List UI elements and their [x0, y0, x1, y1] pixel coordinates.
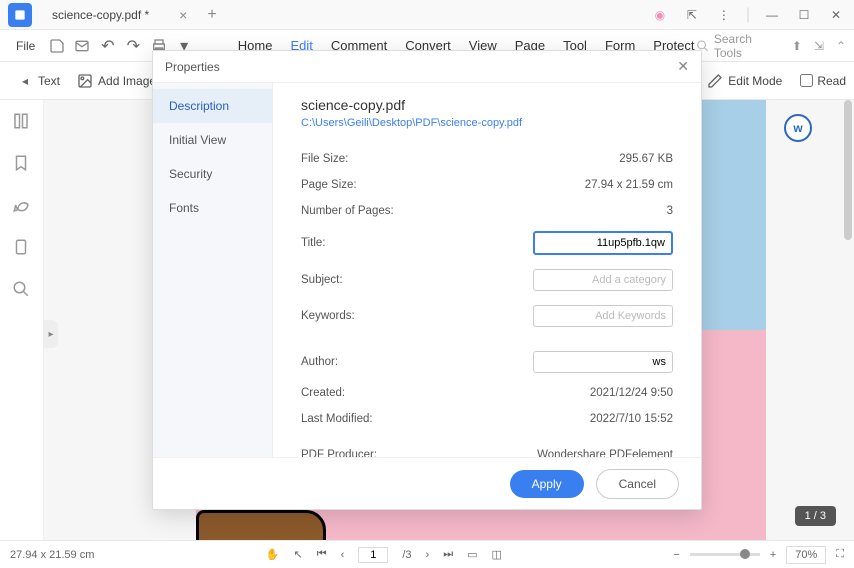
tab-title: science-copy.pdf *: [52, 8, 149, 22]
dialog-content: science-copy.pdf C:\Users\Geili\Desktop\…: [273, 83, 701, 457]
edit-mode-label: Edit Mode: [728, 74, 782, 88]
first-page-icon[interactable]: ⏮: [317, 548, 327, 561]
label-modified: Last Modified:: [301, 413, 373, 425]
apply-button[interactable]: Apply: [510, 470, 584, 498]
add-tab-button[interactable]: +: [207, 6, 216, 24]
vertical-scrollbar[interactable]: [844, 100, 852, 240]
comment-icon[interactable]: [12, 196, 32, 216]
page-number-input[interactable]: [358, 547, 388, 563]
image-icon: [76, 72, 94, 90]
dialog-sidebar: Description Initial View Security Fonts: [153, 83, 273, 457]
tab-initial-view[interactable]: Initial View: [153, 123, 272, 157]
subject-input[interactable]: [533, 269, 673, 291]
statusbar: 27.94 x 21.59 cm ✋ ↖ ⏮ ‹ /3 › ⏭ ▭ ◫ − + …: [0, 540, 854, 568]
titlebar: science-copy.pdf * × + ◉ ⇱ ⋮ | — ☐ ✕: [0, 0, 854, 30]
page-artwork-shape: [196, 510, 326, 540]
add-image-button[interactable]: Add Image: [68, 72, 164, 90]
page-indicator: 1 / 3: [795, 506, 836, 526]
search-icon[interactable]: Search Tools: [696, 32, 779, 60]
text-label: Text: [38, 74, 60, 88]
minimize-button[interactable]: —: [762, 5, 782, 25]
title-input[interactable]: [533, 231, 673, 255]
file-menu[interactable]: File: [8, 39, 43, 53]
undo-icon[interactable]: ↶: [96, 34, 119, 58]
cancel-button[interactable]: Cancel: [596, 469, 679, 499]
value-num-pages: 3: [667, 205, 673, 217]
share-icon[interactable]: ⇱: [682, 5, 702, 25]
dialog-header: Properties ✕: [153, 51, 701, 83]
word-badge-icon[interactable]: w: [784, 114, 812, 142]
tab-security[interactable]: Security: [153, 157, 272, 191]
avatar-icon[interactable]: ◉: [650, 5, 670, 25]
read-toggle[interactable]: Read: [800, 74, 846, 88]
label-created: Created:: [301, 387, 345, 399]
label-num-pages: Number of Pages:: [301, 205, 394, 217]
label-page-size: Page Size:: [301, 179, 357, 191]
pencil-icon: [706, 72, 724, 90]
read-checkbox[interactable]: [800, 74, 813, 87]
fit-width-icon[interactable]: ▭: [467, 548, 477, 561]
thumbnails-icon[interactable]: [12, 112, 32, 132]
zoom-slider[interactable]: [690, 553, 760, 556]
maximize-button[interactable]: ☐: [794, 5, 814, 25]
label-file-size: File Size:: [301, 153, 348, 165]
doc-path-link[interactable]: C:\Users\Geili\Desktop\PDF\science-copy.…: [301, 117, 673, 129]
export-icon[interactable]: ⇲: [814, 39, 824, 53]
label-title: Title:: [301, 237, 326, 249]
search-placeholder: Search Tools: [714, 32, 780, 60]
value-created: 2021/12/24 9:50: [590, 387, 673, 399]
value-producer: Wondershare PDFelement: [537, 449, 673, 457]
status-page-size: 27.94 x 21.59 cm: [10, 549, 94, 561]
doc-filename: science-copy.pdf: [301, 97, 673, 113]
redo-icon[interactable]: ↷: [122, 34, 145, 58]
dialog-footer: Apply Cancel: [153, 457, 701, 509]
value-file-size: 295.67 KB: [619, 153, 673, 165]
more-icon[interactable]: ⋮: [714, 5, 734, 25]
select-tool-icon[interactable]: ↖: [294, 548, 303, 561]
page-total: /3: [402, 549, 411, 561]
save-icon[interactable]: [45, 34, 68, 58]
expand-handle[interactable]: ▸: [44, 320, 58, 348]
zoom-out-icon[interactable]: −: [673, 549, 679, 561]
chevron-left-icon: ◂: [16, 72, 34, 90]
tab-description[interactable]: Description: [153, 89, 272, 123]
mail-icon[interactable]: [71, 34, 94, 58]
close-window-button[interactable]: ✕: [826, 5, 846, 25]
add-image-label: Add Image: [98, 74, 156, 88]
bookmark-icon[interactable]: [12, 154, 32, 174]
properties-dialog: Properties ✕ Description Initial View Se…: [152, 50, 702, 510]
edit-mode-button[interactable]: Edit Mode: [698, 72, 790, 90]
value-page-size: 27.94 x 21.59 cm: [585, 179, 673, 191]
document-tab[interactable]: science-copy.pdf * ×: [40, 0, 199, 30]
search-sidebar-icon[interactable]: [12, 280, 32, 300]
zoom-in-icon[interactable]: +: [770, 549, 776, 561]
close-tab-icon[interactable]: ×: [179, 7, 187, 23]
app-icon: [8, 3, 32, 27]
value-modified: 2022/7/10 15:52: [590, 413, 673, 425]
read-label: Read: [817, 74, 846, 88]
fit-page-icon[interactable]: ◫: [492, 548, 502, 561]
next-page-icon[interactable]: ›: [426, 549, 430, 561]
fullscreen-icon[interactable]: ⛶: [836, 548, 844, 561]
left-sidebar: [0, 100, 44, 540]
dialog-title: Properties: [165, 60, 220, 74]
keywords-input[interactable]: [533, 305, 673, 327]
cloud-icon[interactable]: ⬆: [792, 39, 802, 53]
attachment-icon[interactable]: [12, 238, 32, 258]
hand-tool-icon[interactable]: ✋: [266, 548, 280, 561]
dialog-close-icon[interactable]: ✕: [677, 58, 689, 75]
label-keywords: Keywords:: [301, 310, 355, 322]
last-page-icon[interactable]: ⏭: [443, 548, 453, 561]
label-producer: PDF Producer:: [301, 449, 377, 457]
author-input[interactable]: [533, 351, 673, 373]
expand-icon[interactable]: ⌃: [836, 39, 846, 53]
label-subject: Subject:: [301, 274, 343, 286]
text-button[interactable]: ◂ Text: [8, 72, 68, 90]
label-author: Author:: [301, 356, 338, 368]
tab-fonts[interactable]: Fonts: [153, 191, 272, 225]
zoom-thumb[interactable]: [740, 549, 750, 559]
zoom-value[interactable]: 70%: [786, 546, 826, 564]
prev-page-icon[interactable]: ‹: [341, 549, 345, 561]
